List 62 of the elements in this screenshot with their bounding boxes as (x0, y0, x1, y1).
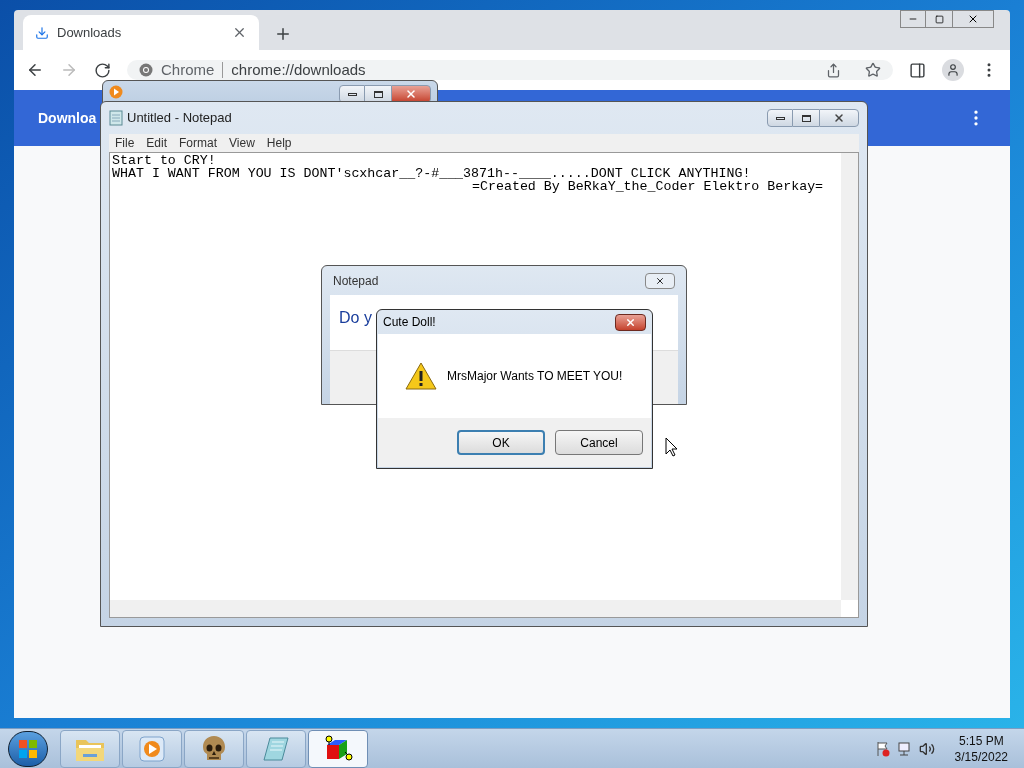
flag-icon[interactable] (874, 740, 891, 757)
profile-avatar[interactable] (942, 59, 964, 81)
close-tab-icon[interactable] (232, 25, 247, 40)
alert-message: MrsMajor Wants TO MEET YOU! (447, 368, 623, 385)
tab-title: Downloads (57, 23, 123, 42)
dialog-title: Notepad (333, 272, 379, 290)
text-line: WHAT I WANT FROM YOU IS DONT'scxhcar__?-#___3871h--____.....DONT CLICK ANYTHING! (112, 167, 751, 180)
windows-logo-icon (18, 738, 38, 759)
text-line: Start to CRY! (112, 154, 216, 167)
share-icon[interactable] (826, 62, 841, 78)
close-icon (967, 13, 979, 25)
page-title: Downloa (38, 108, 97, 128)
play-icon (109, 85, 123, 99)
skull-icon (201, 734, 227, 763)
network-icon[interactable] (896, 740, 913, 757)
text-line: =Created By BeRkaY_the_Coder Elektro Berkay= (472, 180, 824, 193)
new-tab-icon[interactable] (274, 25, 292, 43)
site-label: Chrome (161, 59, 215, 80)
minimize-icon (347, 92, 357, 96)
side-panel-icon[interactable] (909, 61, 926, 79)
volume-icon[interactable] (918, 740, 935, 757)
mouse-cursor (665, 437, 678, 457)
cube-icon (323, 734, 353, 763)
back-icon[interactable] (26, 61, 44, 79)
menu-item[interactable]: Help (260, 134, 298, 152)
dialog-message: Do y (339, 309, 372, 326)
dialog-button[interactable]: Cancel (555, 430, 643, 455)
notepad-icon (262, 735, 290, 762)
minimize-icon (775, 116, 785, 120)
dialog-button[interactable]: OK (457, 430, 545, 455)
browser-tab[interactable]: Downloads (23, 15, 259, 50)
minimize-button[interactable] (767, 109, 793, 127)
reload-icon[interactable] (94, 61, 111, 79)
warning-icon (405, 362, 437, 390)
download-icon (35, 25, 49, 40)
clock[interactable]: 5:15 PM 3/15/2022 (954, 732, 1008, 765)
url-text: chrome://downloads (231, 59, 367, 80)
window-title: Untitled - Notepad (127, 109, 232, 128)
dialog-title: Cute Doll! (383, 314, 436, 331)
menu-item[interactable]: Format (173, 134, 224, 152)
close-button[interactable] (645, 272, 675, 289)
close-button[interactable] (615, 313, 646, 331)
maximize-icon (801, 114, 811, 122)
close-icon (655, 275, 665, 286)
play-icon (139, 735, 165, 762)
notepad-icon (109, 110, 123, 126)
maximize-icon (373, 90, 383, 98)
close-icon (405, 88, 417, 100)
bookmark-icon[interactable] (865, 62, 881, 78)
chrome-logo-icon (139, 63, 153, 77)
taskbar-button[interactable] (184, 729, 244, 768)
maximize-icon (934, 14, 944, 24)
start-button[interactable] (8, 730, 48, 767)
menu-item[interactable]: View (223, 134, 261, 152)
horizontal-scrollbar[interactable] (110, 600, 841, 617)
vertical-scrollbar[interactable] (841, 153, 858, 600)
address-bar[interactable]: Chrome chrome://downloads (127, 60, 893, 80)
close-icon (833, 112, 845, 124)
menu-item[interactable]: File (109, 134, 141, 152)
maximize-button[interactable] (793, 109, 819, 127)
close-icon (625, 316, 636, 328)
menu-item[interactable]: Edit (140, 134, 174, 152)
